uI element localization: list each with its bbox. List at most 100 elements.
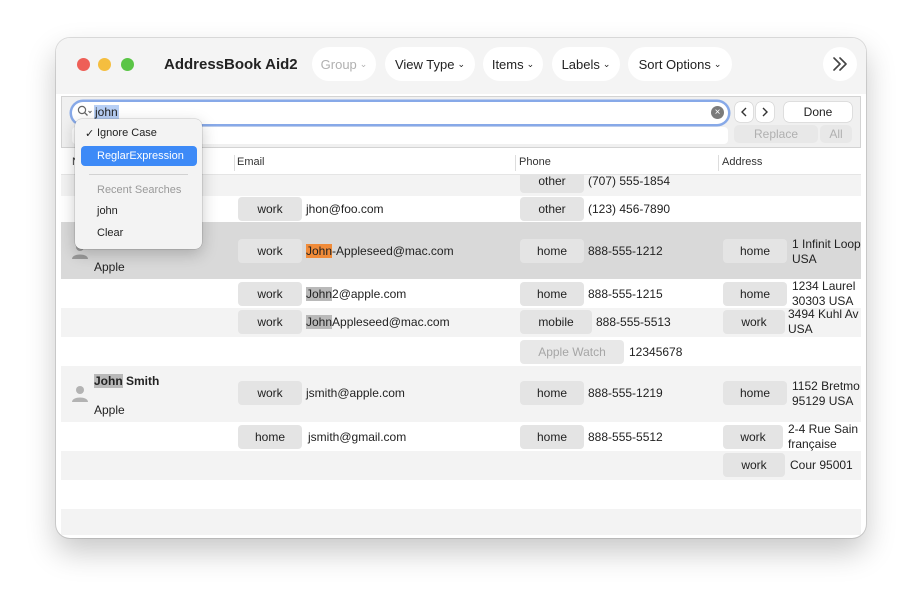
replace-button[interactable]: Replace (734, 125, 818, 143)
table-row[interactable]: work Cour 95001 (61, 451, 861, 480)
email-value: JohnAppleseed@mac.com (306, 315, 450, 329)
company-name: Apple (94, 403, 125, 417)
table-row[interactable]: work JohnAppleseed@mac.com mobile 888-55… (61, 307, 861, 337)
checkmark-icon: ✓ (85, 128, 95, 140)
next-match-button[interactable] (756, 102, 774, 122)
table-row[interactable]: Apple Watch 12345678 (61, 337, 861, 366)
phone-value: 888-555-1219 (588, 386, 663, 400)
column-header-email[interactable]: Email (237, 156, 265, 168)
address-line1: 1234 Laurel (792, 279, 856, 293)
contact-name: John Smith (94, 374, 159, 388)
email-value: jsmith@apple.com (306, 386, 405, 400)
menu-item-clear[interactable]: Clear (97, 227, 123, 239)
email-label-tag: work (238, 381, 302, 405)
column-header-address[interactable]: Address (722, 156, 762, 168)
items-menu-button[interactable]: Items ⌄ (483, 47, 543, 81)
email-label-tag: work (238, 197, 302, 221)
menu-item-recent-john[interactable]: john (97, 205, 118, 217)
address-label-tag: home (723, 239, 787, 263)
email-label-tag: work (238, 239, 302, 263)
recent-searches-header: Recent Searches (97, 184, 182, 196)
minimize-window-button[interactable] (98, 58, 111, 71)
search-options-menu: ✓ Ignore Case ReglarExpression Recent Se… (75, 119, 202, 249)
table-row[interactable]: John Smith Apple work jsmith@apple.com h… (61, 366, 861, 422)
address-label-tag: work (723, 453, 785, 477)
search-icon (77, 105, 92, 116)
search-match: John (306, 287, 333, 301)
group-label: Group (320, 56, 357, 72)
address-line1: Cour 95001 (790, 458, 853, 472)
window-title: AddressBook Aid2 (164, 56, 298, 73)
search-match: John (94, 374, 123, 388)
chevron-right-icon (762, 107, 768, 117)
phone-label-tag: home (520, 425, 584, 449)
sort-options-menu-button[interactable]: Sort Options ⌄ (628, 47, 732, 81)
previous-match-button[interactable] (735, 102, 753, 122)
phone-value: (123) 456-7890 (588, 202, 671, 216)
items-label: Items (491, 56, 524, 72)
column-divider[interactable] (515, 155, 516, 171)
sort-options-label: Sort Options (638, 56, 711, 72)
phone-label-tag: other (520, 197, 584, 221)
phone-label-tag: other (520, 175, 584, 193)
chevron-down-icon: ⌄ (526, 58, 535, 69)
replace-all-button[interactable]: All (820, 125, 852, 143)
view-type-menu-button[interactable]: View Type ⌄ (385, 47, 475, 81)
address-line2: USA (792, 252, 817, 266)
address-label-tag: home (723, 282, 787, 306)
email-value: jhon@foo.com (306, 202, 384, 216)
menu-item-regex[interactable]: ReglarExpression (97, 150, 184, 162)
chevron-down-icon: ⌄ (359, 58, 368, 69)
email-label-tag: home (238, 425, 302, 449)
address-line2: 30303 USA (792, 294, 854, 308)
toolbar: AddressBook Aid2 Group ⌄ View Type ⌄ Ite… (56, 38, 866, 94)
column-header-phone[interactable]: Phone (519, 156, 551, 168)
labels-menu-button[interactable]: Labels ⌄ (552, 47, 620, 81)
address-label-tag: work (723, 425, 783, 449)
phone-value: 888-555-5512 (588, 430, 663, 444)
phone-label-tag: home (520, 381, 584, 405)
contact-name-rest: Smith (122, 374, 160, 388)
email-value: John-Appleseed@mac.com (306, 244, 454, 258)
done-button[interactable]: Done (784, 102, 852, 122)
zoom-window-button[interactable] (121, 58, 134, 71)
address-line2: française (788, 437, 837, 451)
email-value: John2@apple.com (306, 287, 406, 301)
chevron-down-icon: ⌄ (457, 58, 466, 69)
address-line1: 3494 Kuhl Av (788, 307, 859, 321)
phone-value: 12345678 (629, 345, 683, 359)
empty-row (61, 480, 861, 509)
view-type-label: View Type (394, 56, 455, 72)
phone-label-tag: Apple Watch (520, 340, 624, 364)
phone-label-tag: home (520, 282, 584, 306)
menu-separator (89, 174, 188, 175)
phone-value: (707) 555-1854 (588, 175, 671, 188)
column-divider[interactable] (234, 155, 235, 171)
address-label-tag: home (723, 381, 787, 405)
address-line2: 95129 USA (792, 394, 854, 408)
double-chevron-right-icon (833, 57, 847, 71)
phone-value: 888-555-5513 (596, 315, 671, 329)
toolbar-overflow-button[interactable] (823, 47, 857, 81)
chevron-down-icon: ⌄ (713, 58, 722, 69)
menu-item-ignore-case[interactable]: Ignore Case (97, 127, 157, 139)
table-row[interactable]: work John2@apple.com home 888-555-1215 h… (61, 279, 861, 308)
group-menu-button[interactable]: Group ⌄ (312, 47, 376, 81)
address-line2: USA (788, 322, 813, 336)
search-input[interactable]: john (94, 105, 119, 120)
chevron-left-icon (741, 107, 747, 117)
close-window-button[interactable] (77, 58, 90, 71)
phone-label-tag: mobile (520, 310, 592, 334)
phone-label-tag: home (520, 239, 584, 263)
email-rest: 2@apple.com (332, 287, 407, 301)
email-label-tag: work (238, 310, 302, 334)
empty-row (61, 509, 861, 535)
address-line1: 1 Infinit Loop (792, 237, 861, 251)
email-value: jsmith@gmail.com (308, 430, 407, 444)
table-row[interactable]: home jsmith@gmail.com home 888-555-5512 … (61, 422, 861, 451)
person-icon (72, 386, 88, 402)
column-divider[interactable] (718, 155, 719, 171)
clear-icon[interactable]: × (711, 106, 724, 119)
company-name: Apple (94, 260, 125, 274)
phone-value: 888-555-1215 (588, 287, 663, 301)
